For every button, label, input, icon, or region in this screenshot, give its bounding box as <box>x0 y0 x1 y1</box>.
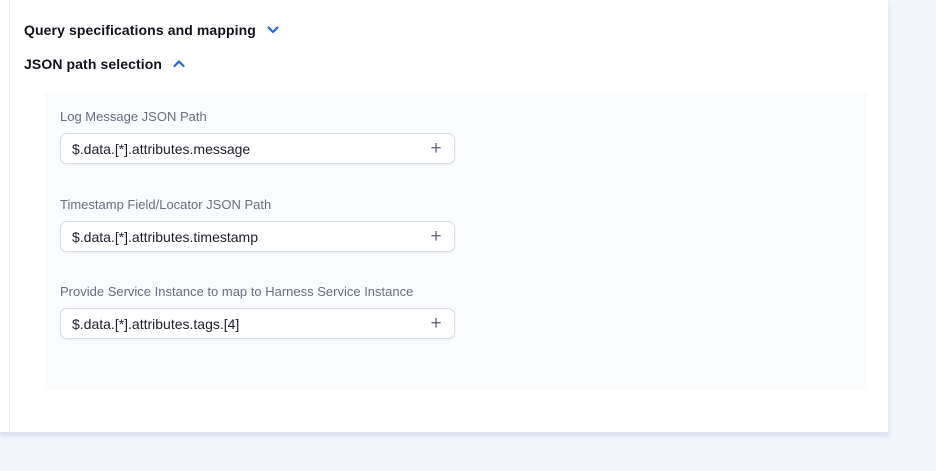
json-path-panel: Log Message JSON Path + Timestamp Field/… <box>45 93 867 390</box>
field-service-instance: Provide Service Instance to map to Harne… <box>60 284 455 339</box>
chevron-up-icon <box>172 57 186 71</box>
accordion-query-specifications[interactable]: Query specifications and mapping <box>24 22 280 38</box>
accordion-json-path-selection[interactable]: JSON path selection <box>24 56 186 72</box>
field-timestamp: Timestamp Field/Locator JSON Path + <box>60 197 455 252</box>
log-message-json-path-input[interactable] <box>60 133 455 164</box>
service-instance-json-path-label: Provide Service Instance to map to Harne… <box>60 284 455 299</box>
plus-icon[interactable]: + <box>421 308 451 339</box>
accordion-json-path-selection-label: JSON path selection <box>24 56 162 72</box>
accordion-query-specifications-label: Query specifications and mapping <box>24 22 256 38</box>
field-log-message: Log Message JSON Path + <box>60 109 455 164</box>
timestamp-json-path-input[interactable] <box>60 221 455 252</box>
left-divider <box>9 0 10 433</box>
plus-icon[interactable]: + <box>421 221 451 252</box>
log-message-json-path-label: Log Message JSON Path <box>60 109 455 124</box>
chevron-down-icon <box>266 23 280 37</box>
timestamp-json-path-label: Timestamp Field/Locator JSON Path <box>60 197 455 212</box>
service-instance-json-path-input[interactable] <box>60 308 455 339</box>
plus-icon[interactable]: + <box>421 133 451 164</box>
